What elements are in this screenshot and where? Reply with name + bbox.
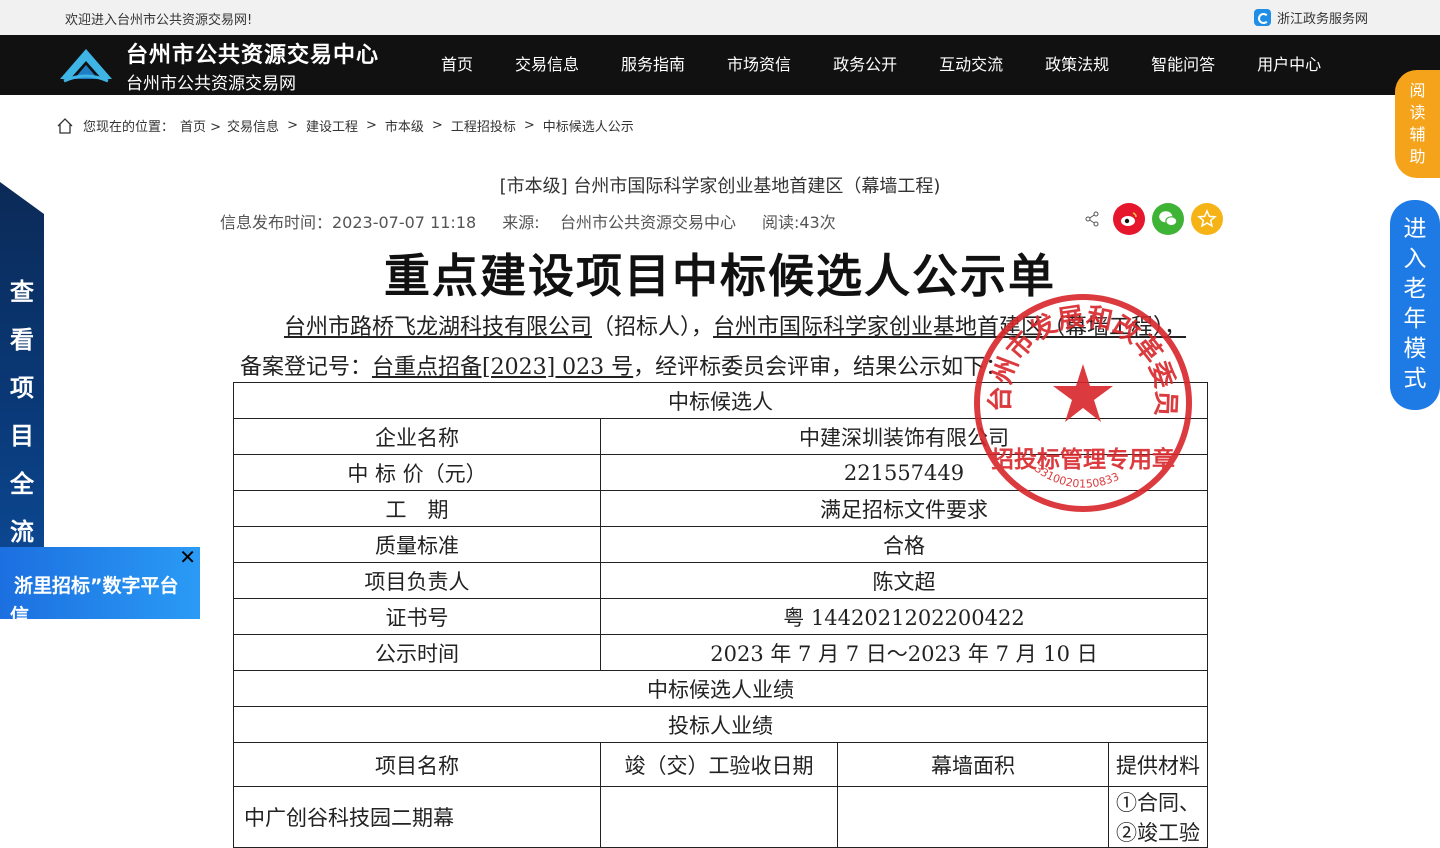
nav-interaction[interactable]: 互动交流 [918,35,1024,95]
nav-trade-info[interactable]: 交易信息 [494,35,600,95]
row-label: 工 期 [233,490,601,527]
nav-user-center[interactable]: 用户中心 [1236,35,1342,95]
breadcrumb-separator: > [287,118,298,133]
perf-materials: ①合同、②竣工验 [1108,786,1208,848]
share-icon[interactable] [1084,211,1100,227]
row-value: 满足招标文件要求 [600,490,1208,527]
row-label: 项目负责人 [233,562,601,599]
welcome-text: 欢迎进入台州市公共资源交易网! [65,13,253,28]
weibo-icon[interactable] [1113,203,1145,235]
row-label: 企业名称 [233,418,601,455]
document-heading: 重点建设项目中标候选人公示单 [384,249,1056,303]
source-label: 来源: [502,213,540,232]
breadcrumb: 您现在的位置： 首页 > 交易信息 > 建设工程 > 市本级 > 工程招投标 >… [56,116,640,135]
row-value: 合格 [600,526,1208,563]
brand-title: 台州市公共资源交易中心 [126,43,380,68]
breadcrumb-prefix: 您现在的位置： [83,120,175,135]
favorite-icon[interactable] [1191,203,1223,235]
elder-mode-label: 进入老年模式 [1403,216,1427,392]
zj-gov-service-label: 浙江政务服务网 [1277,12,1369,27]
article-meta: 信息发布时间：2023-07-07 11:18 来源: 台州市公共资源交易中心 … [220,209,836,233]
project-name: 台州市国际科学家创业基地首建区（幕墙工程）， [713,315,1187,340]
elder-mode-button[interactable]: 进入老年模式 [1390,200,1440,410]
top-bar: 欢迎进入台州市公共资源交易网! 浙江政务服务网 [0,0,1440,35]
breadcrumb-home[interactable]: 首页 > [180,116,221,135]
nav-policy[interactable]: 政策法规 [1024,35,1130,95]
table-section-bidder-performance: 投标人业绩 [233,706,1208,743]
perf-project-name: 中广创谷科技园二期幕 [233,786,601,848]
table-row: 工 期 满足招标文件要求 [233,490,1208,527]
zjzw-logo-icon [1254,9,1271,26]
row-value: 221557449 [600,454,1208,491]
table-section-candidate: 中标候选人 [233,382,1208,419]
reading-assist-button[interactable]: 阅读辅助 [1395,70,1440,178]
breadcrumb-city-level[interactable]: 市本级 [385,116,424,135]
breadcrumb-separator: > [523,118,535,133]
wechat-icon[interactable] [1152,203,1184,235]
row-value: 中建深圳装饰有限公司 [600,418,1208,455]
col-header-curtain-area: 幕墙面积 [837,742,1109,787]
zhejiang-bidding-banner[interactable]: 浙里招标”数字平台 信 ✕ [0,547,200,619]
table-row: 公示时间 2023 年 7 月 7 日～2023 年 7 月 10 日 [233,634,1208,671]
project-flow-panel[interactable]: 查看项目全流程 [0,182,44,582]
home-icon[interactable] [56,117,74,135]
bid-candidate-table: 中标候选人 企业名称 中建深圳装饰有限公司 中 标 价（元） 221557449… [233,382,1208,848]
row-value: 2023 年 7 月 7 日～2023 年 7 月 10 日 [600,634,1208,671]
publish-time: 信息发布时间：2023-07-07 11:18 [220,213,477,232]
tenderer-name: 台州市路桥飞龙湖科技有限公司 [284,315,593,340]
close-icon[interactable]: ✕ [179,547,196,567]
para-text-2: 备案登记号： [240,355,373,380]
site-logo-icon[interactable] [58,45,114,85]
nav-smart-qa[interactable]: 智能问答 [1130,35,1236,95]
para-text-1: （招标人）， [592,315,714,340]
col-header-acceptance-date: 竣（交）工验收日期 [600,742,838,787]
perf-date [600,786,838,848]
reading-assist-label: 阅读辅助 [1409,81,1426,166]
banner-text-2: 信 [10,605,30,619]
row-value: 陈文超 [600,562,1208,599]
row-label: 公示时间 [233,634,601,671]
breadcrumb-separator: > [431,118,443,133]
banner-text: 浙里招标”数字平台 [14,575,179,597]
table-header-row: 项目名称 竣（交）工验收日期 幕墙面积 提供材料 [233,742,1208,787]
source-name: 台州市公共资源交易中心 [559,213,736,232]
breadcrumb-construction[interactable]: 建设工程 [306,116,358,135]
article-title: [市本级] 台州市国际科学家创业基地首建区（幕墙工程) [499,176,941,197]
zj-gov-service-link[interactable]: 浙江政务服务网 [1254,8,1368,27]
para-text-3: ，经评标委员会评审，结果公示如下： [633,355,1008,380]
breadcrumb-separator: > [365,118,377,133]
table-row: 中 标 价（元） 221557449 [233,454,1208,491]
row-value: 粤 1442021202200422 [600,598,1208,635]
share-bar [1084,203,1223,235]
breadcrumb-current[interactable]: 中标候选人公示 [543,116,634,135]
perf-area [837,786,1109,848]
table-row: 企业名称 中建深圳装饰有限公司 [233,418,1208,455]
col-header-materials: 提供材料 [1108,742,1208,787]
breadcrumb-trade-info[interactable]: 交易信息 [227,116,279,135]
nav-home[interactable]: 首页 [420,35,494,95]
document-paragraph: 台州市路桥飞龙湖科技有限公司（招标人），台州市国际科学家创业基地首建区（幕墙工程… [240,308,1204,388]
breadcrumb-bidding[interactable]: 工程招投标 [451,116,516,135]
nav-service-guide[interactable]: 服务指南 [600,35,706,95]
nav-market-credit[interactable]: 市场资信 [706,35,812,95]
table-row: 项目负责人 陈文超 [233,562,1208,599]
table-row: 中广创谷科技园二期幕 ①合同、②竣工验 [233,786,1208,848]
table-section-candidate-performance: 中标候选人业绩 [233,670,1208,707]
registration-number: 台重点招备[2023] 023 号 [372,355,634,380]
row-label: 证书号 [233,598,601,635]
row-label: 中 标 价（元） [233,454,601,491]
table-row: 证书号 粤 1442021202200422 [233,598,1208,635]
brand-subtitle: 台州市公共资源交易网 [126,74,296,94]
col-header-project: 项目名称 [233,742,601,787]
main-nav: 首页 交易信息 服务指南 市场资信 政务公开 互动交流 政策法规 智能问答 用户… [420,35,1342,95]
nav-gov-affairs[interactable]: 政务公开 [812,35,918,95]
main-header: 台州市公共资源交易中心 台州市公共资源交易网 首页 交易信息 服务指南 市场资信… [0,35,1440,95]
row-label: 质量标准 [233,526,601,563]
source: 来源: 台州市公共资源交易中心 [502,209,736,233]
read-count: 阅读:43次 [761,213,836,232]
table-row: 质量标准 合格 [233,526,1208,563]
